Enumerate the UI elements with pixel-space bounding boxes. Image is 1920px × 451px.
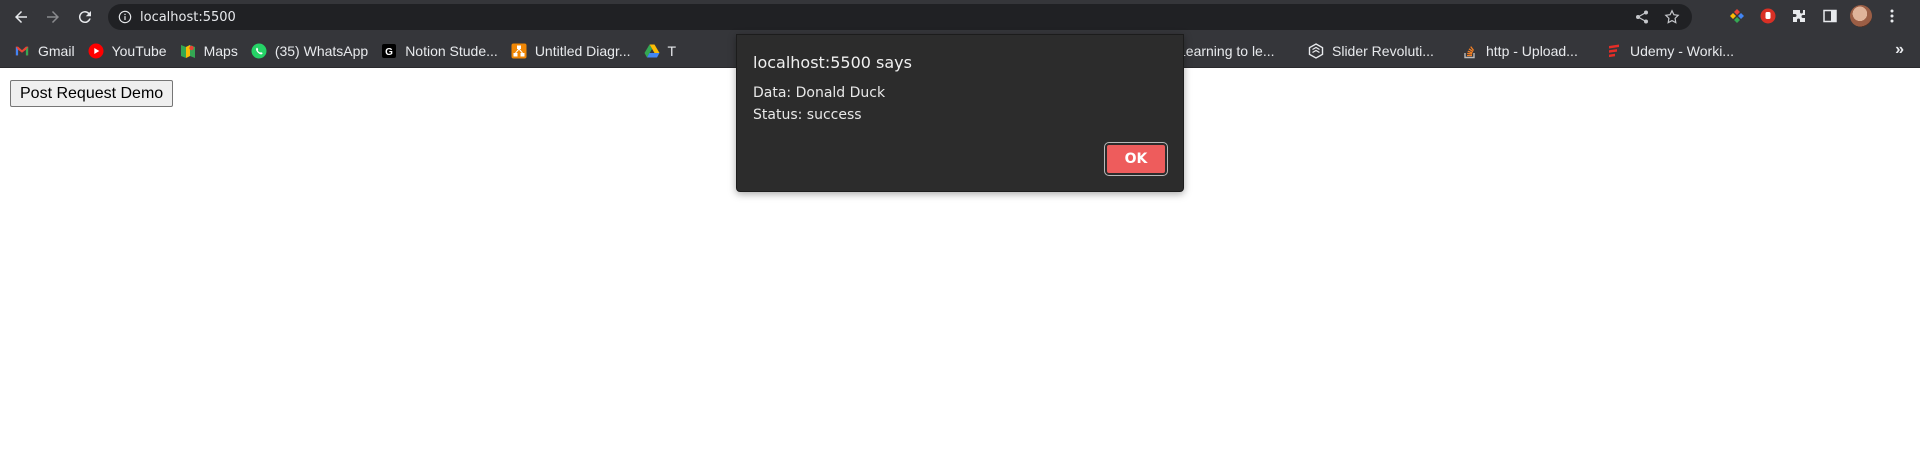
bookmark-label: http - Upload... <box>1486 42 1578 59</box>
alert-dialog: localhost:5500 says Data: Donald Duck St… <box>736 34 1184 192</box>
bookmark-drive[interactable]: T <box>642 38 684 64</box>
puzzle-icon[interactable] <box>1788 5 1810 27</box>
forward-button[interactable] <box>40 4 66 30</box>
ok-button[interactable]: OK <box>1104 142 1168 176</box>
bookmark-label: Udemy - Worki... <box>1630 42 1734 59</box>
dialog-message-data: Data: Donald Duck <box>753 85 886 101</box>
back-button[interactable] <box>8 4 34 30</box>
bookmark-notion[interactable]: G Notion Stude... <box>379 38 505 64</box>
arrow-right-icon <box>47 11 59 23</box>
maps-icon <box>180 43 196 59</box>
bookmark-label: Untitled Diagr... <box>534 42 631 59</box>
menu-kebab-icon[interactable] <box>1881 5 1903 27</box>
bookmark-label: Slider Revoluti... <box>1332 42 1434 59</box>
svg-text:G: G <box>385 47 393 58</box>
bookmarks-overflow-chevron-icon[interactable]: » <box>1895 41 1904 59</box>
arrow-left-icon <box>15 11 27 23</box>
drawio-icon <box>511 43 527 59</box>
whatsapp-icon <box>251 43 267 59</box>
address-bar[interactable]: localhost:5500 <box>108 4 1692 30</box>
extensions-area <box>1726 5 1903 27</box>
star-icon[interactable] <box>1664 9 1680 25</box>
dialog-message-status: Status: success <box>753 107 862 123</box>
slider-revolution-icon <box>1308 42 1324 59</box>
bookmark-slider-revolution[interactable]: Slider Revoluti... <box>1306 38 1441 64</box>
youtube-icon <box>88 43 104 59</box>
profile-avatar[interactable] <box>1850 5 1872 27</box>
reload-button[interactable] <box>72 4 98 30</box>
bookmark-untitled-diagram[interactable]: Untitled Diagr... <box>509 38 638 64</box>
bookmark-udemy[interactable]: Udemy - Worki... <box>1604 38 1741 64</box>
bookmark-http-upload[interactable]: http - Upload... <box>1460 38 1585 64</box>
info-icon <box>118 10 132 24</box>
bookmark-label: Maps <box>203 42 238 59</box>
adblock-hand-icon[interactable] <box>1757 5 1779 27</box>
share-icon[interactable] <box>1634 9 1650 25</box>
bookmark-label: (35) WhatsApp <box>274 42 369 59</box>
side-panel-icon[interactable] <box>1819 5 1841 27</box>
dialog-title: localhost:5500 says <box>753 53 912 72</box>
bookmark-label: Gmail <box>38 42 75 59</box>
google-drive-icon <box>644 43 660 59</box>
url-text: localhost:5500 <box>140 9 236 25</box>
bookmark-learning[interactable]: Learning to le... <box>1176 38 1282 64</box>
post-request-demo-button[interactable]: Post Request Demo <box>10 80 174 107</box>
reload-icon <box>78 11 91 24</box>
stackoverflow-icon <box>1462 43 1478 59</box>
bookmark-youtube[interactable]: YouTube <box>86 38 174 64</box>
notion-icon: G <box>381 43 397 59</box>
bookmark-label: Notion Stude... <box>405 42 498 59</box>
color-extension-icon[interactable] <box>1726 5 1748 27</box>
bookmark-gmail[interactable]: Gmail <box>12 38 82 64</box>
bookmark-whatsapp[interactable]: (35) WhatsApp <box>249 38 375 64</box>
udemy-icon <box>1606 43 1622 59</box>
bookmark-label: T <box>667 42 677 59</box>
bookmark-label: YouTube <box>111 42 167 59</box>
bookmark-maps[interactable]: Maps <box>178 38 245 64</box>
bookmark-label: Learning to le... <box>1178 42 1275 59</box>
browser-toolbar: localhost:5500 <box>0 0 1920 34</box>
gmail-icon <box>14 43 30 59</box>
